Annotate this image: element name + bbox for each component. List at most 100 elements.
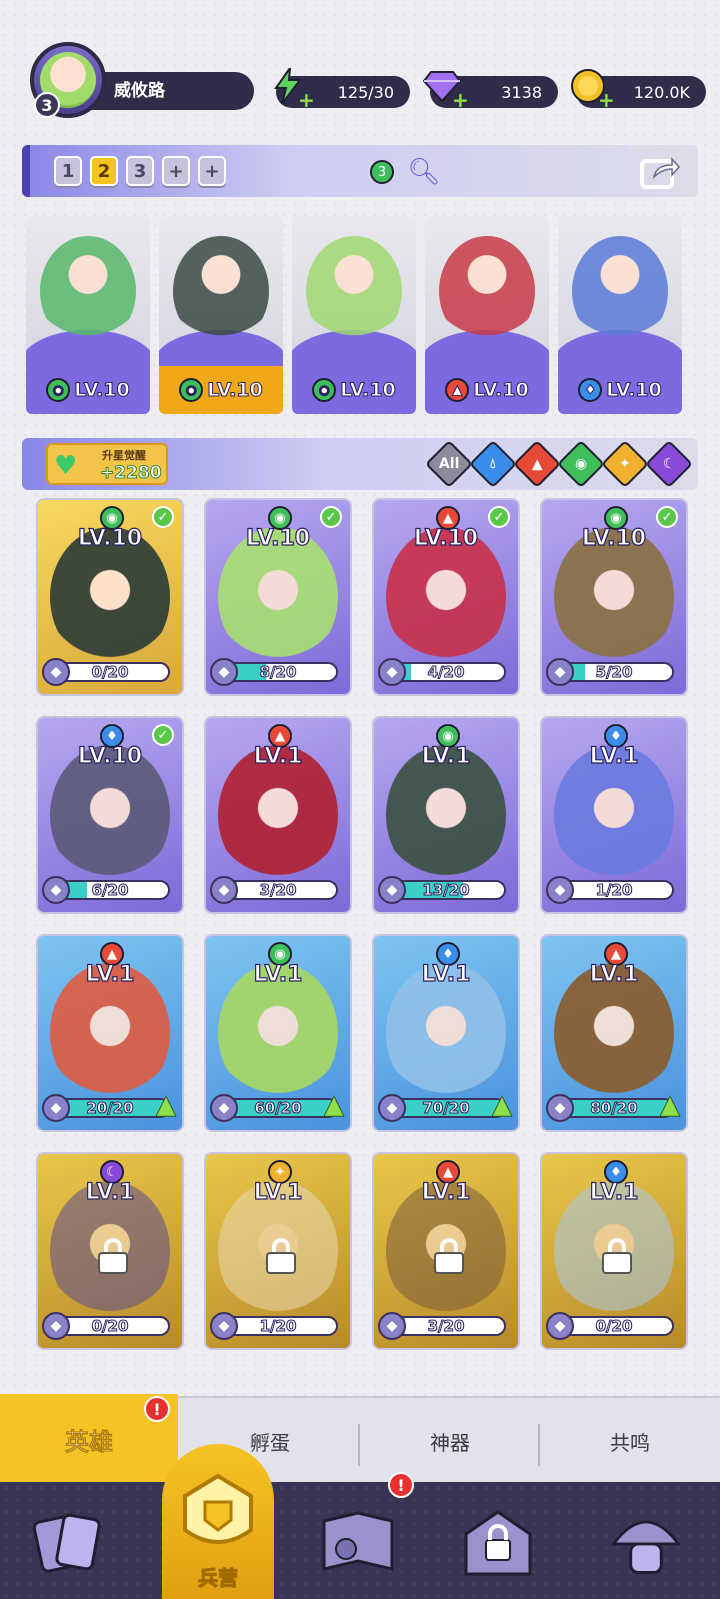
map-alert-badge: ! bbox=[388, 1472, 414, 1498]
shard-progress-text: 6/20 bbox=[91, 881, 129, 899]
team-hero-card[interactable]: ◉ LV.10 bbox=[292, 216, 416, 414]
coin-value: 120.0K bbox=[633, 82, 690, 102]
map-book-icon bbox=[322, 1511, 394, 1571]
energy-counter[interactable]: + 125/30 bbox=[274, 68, 410, 110]
hero-portrait bbox=[159, 216, 283, 366]
hero-level: LV.1 bbox=[589, 743, 639, 769]
filter-light-icon[interactable]: ✦ bbox=[600, 439, 650, 489]
check-icon: ✓ bbox=[152, 506, 174, 528]
hero-level: LV.1 bbox=[589, 961, 639, 987]
hero-level: LV.1 bbox=[421, 743, 471, 769]
team-slot-2[interactable]: 2 bbox=[90, 156, 118, 186]
awaken-value: +2280 bbox=[100, 463, 163, 484]
awaken-button[interactable]: ♥ 升星觉醒 +2280 bbox=[46, 443, 168, 485]
nav-map[interactable] bbox=[318, 1502, 398, 1582]
hero-card[interactable]: ▲ LV.1 ◆ 80/20 ▲ bbox=[540, 934, 688, 1132]
filter-nature-icon[interactable]: ◉ bbox=[556, 439, 606, 489]
hero-portrait bbox=[425, 216, 549, 366]
gem-value: 3138 bbox=[501, 82, 542, 102]
hero-card[interactable]: ✦ LV.1 ◆ 1/20 bbox=[204, 1152, 352, 1350]
hero-level: LV.1 bbox=[85, 1179, 135, 1205]
team-hero-card[interactable]: ◉ LV.10 bbox=[26, 216, 150, 414]
shard-icon: ◆ bbox=[210, 658, 238, 686]
green-element-icon: 3 bbox=[370, 160, 394, 184]
shard-icon: ◆ bbox=[378, 1094, 406, 1122]
coin-counter[interactable]: + 120.0K bbox=[571, 69, 706, 110]
lock-icon bbox=[600, 1238, 634, 1274]
player-level-badge: 3 bbox=[34, 92, 60, 118]
upgrade-arrow-icon[interactable]: ▲ bbox=[324, 1090, 345, 1121]
hero-card[interactable]: ◉ LV.1 ◆ 13/20 bbox=[372, 716, 520, 914]
gem-add-icon[interactable]: + bbox=[452, 90, 469, 110]
nav-locked-building[interactable] bbox=[458, 1502, 538, 1582]
shard-icon: ◆ bbox=[210, 876, 238, 904]
filter-dark-icon[interactable]: ☾ bbox=[644, 439, 694, 489]
team-hero-level: ◉ LV.10 bbox=[159, 366, 283, 414]
team-hero-level: ◉ LV.10 bbox=[292, 366, 416, 414]
hero-card[interactable]: ◉ ✓ LV.10 ◆ 0/20 bbox=[36, 498, 184, 696]
level-text: LV.10 bbox=[606, 379, 662, 402]
hero-portrait bbox=[292, 216, 416, 366]
hero-card[interactable]: ◉ ✓ LV.10 ◆ 8/20 bbox=[204, 498, 352, 696]
filter-all-icon[interactable]: All bbox=[424, 439, 474, 489]
shard-icon: ◆ bbox=[546, 1312, 574, 1340]
level-text: LV.10 bbox=[207, 379, 263, 402]
hero-card[interactable]: ▲ LV.1 ◆ 3/20 bbox=[204, 716, 352, 914]
hero-card[interactable]: ◉ LV.1 ◆ 60/20 ▲ bbox=[204, 934, 352, 1132]
shard-icon: ◆ bbox=[546, 876, 574, 904]
shard-icon: ◆ bbox=[42, 658, 70, 686]
shard-icon: ◆ bbox=[42, 876, 70, 904]
hero-card[interactable]: ♦ LV.1 ◆ 0/20 bbox=[540, 1152, 688, 1350]
team-slot-add-2[interactable]: + bbox=[198, 156, 226, 186]
team-hero-card[interactable]: ◉ LV.10 bbox=[159, 216, 283, 414]
hero-card[interactable]: ♦ LV.1 ◆ 70/20 ▲ bbox=[372, 934, 520, 1132]
team-slot-add-1[interactable]: + bbox=[162, 156, 190, 186]
team-hero-level: ▲ LV.10 bbox=[425, 366, 549, 414]
hero-card[interactable]: ♦ ✓ LV.10 ◆ 6/20 bbox=[36, 716, 184, 914]
filter-fire-icon[interactable]: ▲ bbox=[512, 439, 562, 489]
hero-level: LV.10 bbox=[77, 743, 143, 769]
team-hero-level: ◉ LV.10 bbox=[26, 366, 150, 414]
upgrade-arrow-icon[interactable]: ▲ bbox=[660, 1090, 681, 1121]
gem-counter[interactable]: + 3138 bbox=[423, 71, 558, 110]
team-hero-card[interactable]: ▲ LV.10 bbox=[425, 216, 549, 414]
hero-portrait bbox=[26, 216, 150, 366]
tab-resonance[interactable]: 共鸣 bbox=[540, 1398, 720, 1484]
upgrade-arrow-icon[interactable]: ▲ bbox=[492, 1090, 513, 1121]
coin-add-icon[interactable]: + bbox=[598, 90, 615, 110]
shard-icon: ◆ bbox=[210, 1312, 238, 1340]
nav-cards[interactable] bbox=[28, 1502, 108, 1582]
shard-progress-text: 0/20 bbox=[91, 663, 129, 681]
hero-card[interactable]: ◉ ✓ LV.10 ◆ 5/20 bbox=[540, 498, 688, 696]
green-element-icon: ◉ bbox=[179, 378, 204, 402]
filter-water-icon[interactable]: 💧︎ bbox=[468, 439, 518, 489]
shard-icon: ◆ bbox=[42, 1094, 70, 1122]
hero-level: LV.10 bbox=[581, 525, 647, 551]
nav-barracks[interactable]: 兵营 bbox=[162, 1444, 274, 1599]
shard-icon: ◆ bbox=[546, 658, 574, 686]
green-element-icon: ◉ bbox=[46, 378, 71, 402]
top-bar: 3 威攸路 + 125/30 + 3138 + 120.0K bbox=[0, 30, 720, 120]
share-icon[interactable] bbox=[636, 156, 684, 189]
energy-add-icon[interactable]: + bbox=[298, 90, 315, 110]
upgrade-arrow-icon[interactable]: ▲ bbox=[156, 1090, 177, 1121]
search-icon[interactable]: 🔍︎ bbox=[400, 156, 448, 188]
shard-progress-text: 5/20 bbox=[595, 663, 633, 681]
shard-icon: ◆ bbox=[210, 1094, 238, 1122]
level-text: LV.10 bbox=[74, 379, 130, 402]
nav-shop[interactable] bbox=[606, 1502, 686, 1582]
shard-progress-text: 20/20 bbox=[86, 1099, 134, 1117]
team-element-badge[interactable]: 3 bbox=[358, 156, 406, 188]
team-slot-1[interactable]: 1 bbox=[54, 156, 82, 186]
hero-card[interactable]: ▲ LV.1 ◆ 3/20 bbox=[372, 1152, 520, 1350]
team-slot-3[interactable]: 3 bbox=[126, 156, 154, 186]
category-tabs: 英雄 ! 孵蛋 神器 共鸣 bbox=[0, 1394, 720, 1484]
team-hero-card[interactable]: ♦ LV.10 bbox=[558, 216, 682, 414]
tab-artifact[interactable]: 神器 bbox=[360, 1398, 540, 1484]
hero-card[interactable]: ☾ LV.1 ◆ 0/20 bbox=[36, 1152, 184, 1350]
hero-card[interactable]: ▲ LV.1 ◆ 20/20 ▲ bbox=[36, 934, 184, 1132]
barracks-icon bbox=[183, 1473, 253, 1544]
shard-progress-text: 13/20 bbox=[422, 881, 470, 899]
hero-card[interactable]: ♦ LV.1 ◆ 1/20 bbox=[540, 716, 688, 914]
hero-card[interactable]: ▲ ✓ LV.10 ◆ 4/20 bbox=[372, 498, 520, 696]
